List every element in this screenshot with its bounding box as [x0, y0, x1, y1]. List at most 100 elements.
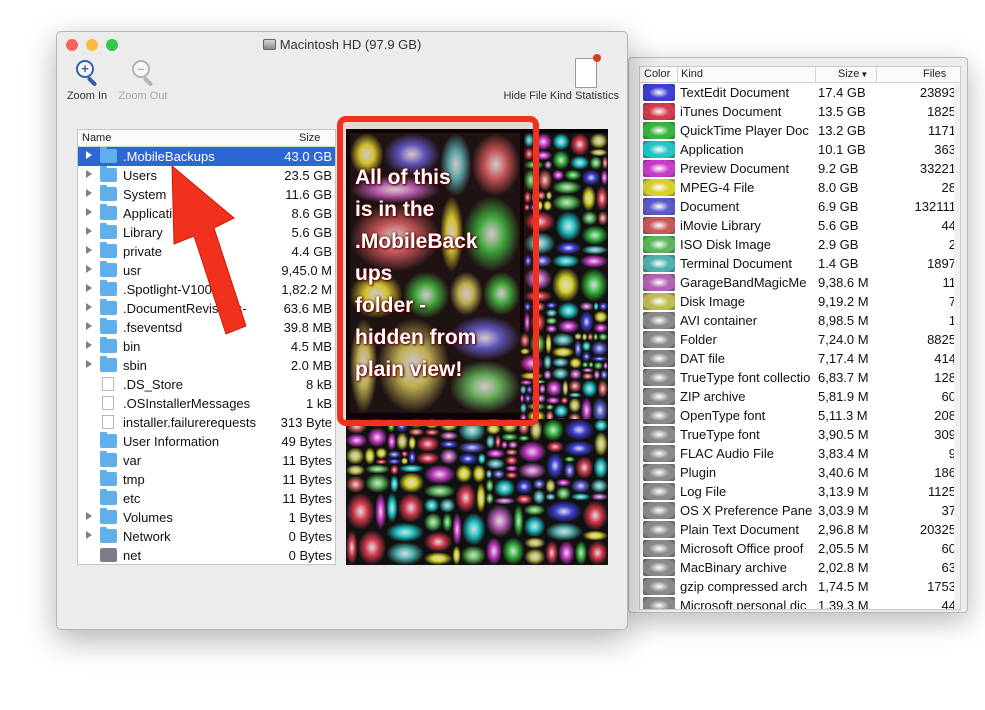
disclosure-triangle-icon[interactable] — [86, 170, 92, 178]
treemap-cell[interactable] — [581, 372, 594, 380]
file-row[interactable]: Library 5.6 GB — [78, 223, 335, 242]
treemap-cell[interactable] — [538, 383, 546, 395]
disclosure-triangle-icon[interactable] — [86, 284, 92, 292]
treemap-cell[interactable] — [396, 432, 409, 451]
treemap-cell[interactable] — [581, 379, 598, 398]
treemap-cell[interactable] — [589, 148, 608, 157]
treemap-cell[interactable] — [563, 462, 576, 479]
treemap-cell[interactable] — [365, 464, 391, 474]
treemap-cell[interactable] — [560, 396, 569, 405]
file-kind-row[interactable]: Plugin 3,40.6 M 186 — [640, 463, 960, 482]
treemap-cell[interactable] — [423, 552, 453, 565]
treemap-cell[interactable] — [603, 361, 608, 370]
file-row[interactable]: System 11.6 GB — [78, 185, 335, 204]
treemap-cell[interactable] — [386, 542, 424, 565]
treemap-cell[interactable] — [397, 492, 424, 523]
file-row[interactable]: .MobileBackups 43.0 GB — [78, 147, 335, 166]
treemap-cell[interactable] — [591, 355, 608, 362]
file-row[interactable]: Network 0 Bytes — [78, 527, 335, 546]
treemap-cell[interactable] — [398, 472, 424, 493]
treemap-cell[interactable] — [551, 357, 570, 368]
hide-file-kind-statistics-button[interactable]: Hide File Kind Statistics — [495, 54, 619, 102]
file-list[interactable]: Name Size .MobileBackups 43.0 GB Users 23.5… — [77, 129, 336, 565]
treemap-cell[interactable] — [485, 434, 495, 449]
treemap-cell[interactable] — [452, 545, 461, 565]
disclosure-triangle-icon[interactable] — [86, 322, 92, 330]
treemap-cell[interactable] — [562, 379, 569, 397]
file-kind-row[interactable]: FLAC Audio File 3,83.4 M 9 — [640, 444, 960, 463]
treemap-cell[interactable] — [587, 333, 594, 341]
file-row[interactable]: .Spotlight-V100 1,82.2 M — [78, 280, 335, 299]
treemap-cell[interactable] — [513, 504, 524, 538]
treemap-cell[interactable] — [423, 464, 456, 485]
treemap-cell[interactable] — [408, 428, 425, 436]
treemap-cell[interactable] — [546, 441, 564, 453]
file-row[interactable]: tmp 11 Bytes — [78, 470, 335, 489]
treemap-cell[interactable] — [600, 369, 608, 380]
treemap-cell[interactable] — [505, 455, 519, 466]
treemap-cell[interactable] — [602, 156, 608, 170]
treemap-cell[interactable] — [555, 478, 571, 487]
treemap-cell[interactable] — [346, 464, 366, 476]
treemap-cell[interactable] — [581, 225, 608, 246]
file-kind-row[interactable]: Document 6.9 GB 132111 — [640, 197, 960, 216]
treemap-cell[interactable] — [423, 484, 456, 499]
treemap-cell[interactable] — [581, 367, 594, 373]
treemap-cell[interactable] — [593, 323, 608, 333]
treemap-cell[interactable] — [568, 392, 582, 398]
treemap-cell[interactable] — [401, 450, 409, 458]
file-row[interactable]: installer.failurerequests 313 Byte — [78, 413, 335, 432]
treemap-cell[interactable] — [545, 317, 558, 325]
file-kind-row[interactable]: Disk Image 9,19.2 M 7 — [640, 292, 960, 311]
column-header-files[interactable]: Files — [923, 68, 946, 80]
file-kind-row[interactable]: Plain Text Document 2,96.8 M 20325 — [640, 520, 960, 539]
treemap-cell[interactable] — [568, 397, 581, 413]
treemap-cell[interactable] — [589, 133, 608, 149]
treemap-cell[interactable] — [582, 530, 608, 541]
treemap-cell[interactable] — [472, 464, 486, 483]
treemap-cell[interactable] — [555, 241, 582, 255]
file-kind-row[interactable]: TrueType font 3,90.5 M 309 — [640, 425, 960, 444]
treemap-cell[interactable] — [587, 540, 608, 565]
treemap-cell[interactable] — [551, 346, 575, 358]
treemap-cell[interactable] — [579, 310, 594, 333]
treemap-cell[interactable] — [485, 478, 494, 493]
treemap-cell[interactable] — [477, 453, 486, 465]
treemap-cell[interactable] — [387, 450, 402, 459]
treemap-cell[interactable] — [505, 448, 519, 456]
treemap-cell[interactable] — [590, 493, 608, 501]
treemap-cell[interactable] — [346, 447, 365, 465]
treemap-cell[interactable] — [552, 267, 580, 302]
treemap-cell[interactable] — [581, 340, 592, 352]
treemap-cell[interactable] — [569, 357, 582, 369]
treemap-cell[interactable] — [555, 211, 582, 242]
disclosure-triangle-icon[interactable] — [86, 360, 92, 368]
treemap-cell[interactable] — [557, 319, 580, 333]
treemap-cell[interactable] — [579, 267, 608, 302]
file-kind-row[interactable]: ZIP archive 5,81.9 M 60 — [640, 387, 960, 406]
treemap-cell[interactable] — [600, 169, 608, 186]
treemap-cell[interactable] — [558, 540, 575, 565]
column-header-size[interactable]: Size — [299, 132, 320, 144]
file-kind-row[interactable]: MPEG-4 File 8.0 GB 28 — [640, 178, 960, 197]
treemap-cell[interactable] — [545, 540, 559, 565]
treemap-cell[interactable] — [581, 211, 598, 226]
treemap-cell[interactable] — [423, 531, 453, 553]
treemap-cell[interactable] — [439, 448, 459, 465]
treemap-cell[interactable] — [593, 369, 601, 380]
disclosure-triangle-icon[interactable] — [86, 151, 92, 159]
disclosure-triangle-icon[interactable] — [86, 531, 92, 539]
file-kind-row[interactable]: iTunes Document 13.5 GB 1825 — [640, 102, 960, 121]
treemap-cell[interactable] — [551, 333, 575, 347]
file-kind-row[interactable]: GarageBandMagicMe 9,38.6 M 11 — [640, 273, 960, 292]
stats-scrollbar[interactable] — [954, 84, 960, 609]
treemap-cell[interactable] — [574, 340, 582, 358]
file-row[interactable]: bin 4.5 MB — [78, 337, 335, 356]
treemap-cell[interactable] — [542, 419, 564, 442]
treemap-cell[interactable] — [551, 367, 570, 380]
column-header-kind[interactable]: Kind — [681, 68, 703, 80]
treemap-cell[interactable] — [493, 497, 516, 505]
treemap-cell[interactable] — [582, 500, 608, 531]
file-row[interactable]: sbin 2.0 MB — [78, 356, 335, 375]
disclosure-triangle-icon[interactable] — [86, 189, 92, 197]
